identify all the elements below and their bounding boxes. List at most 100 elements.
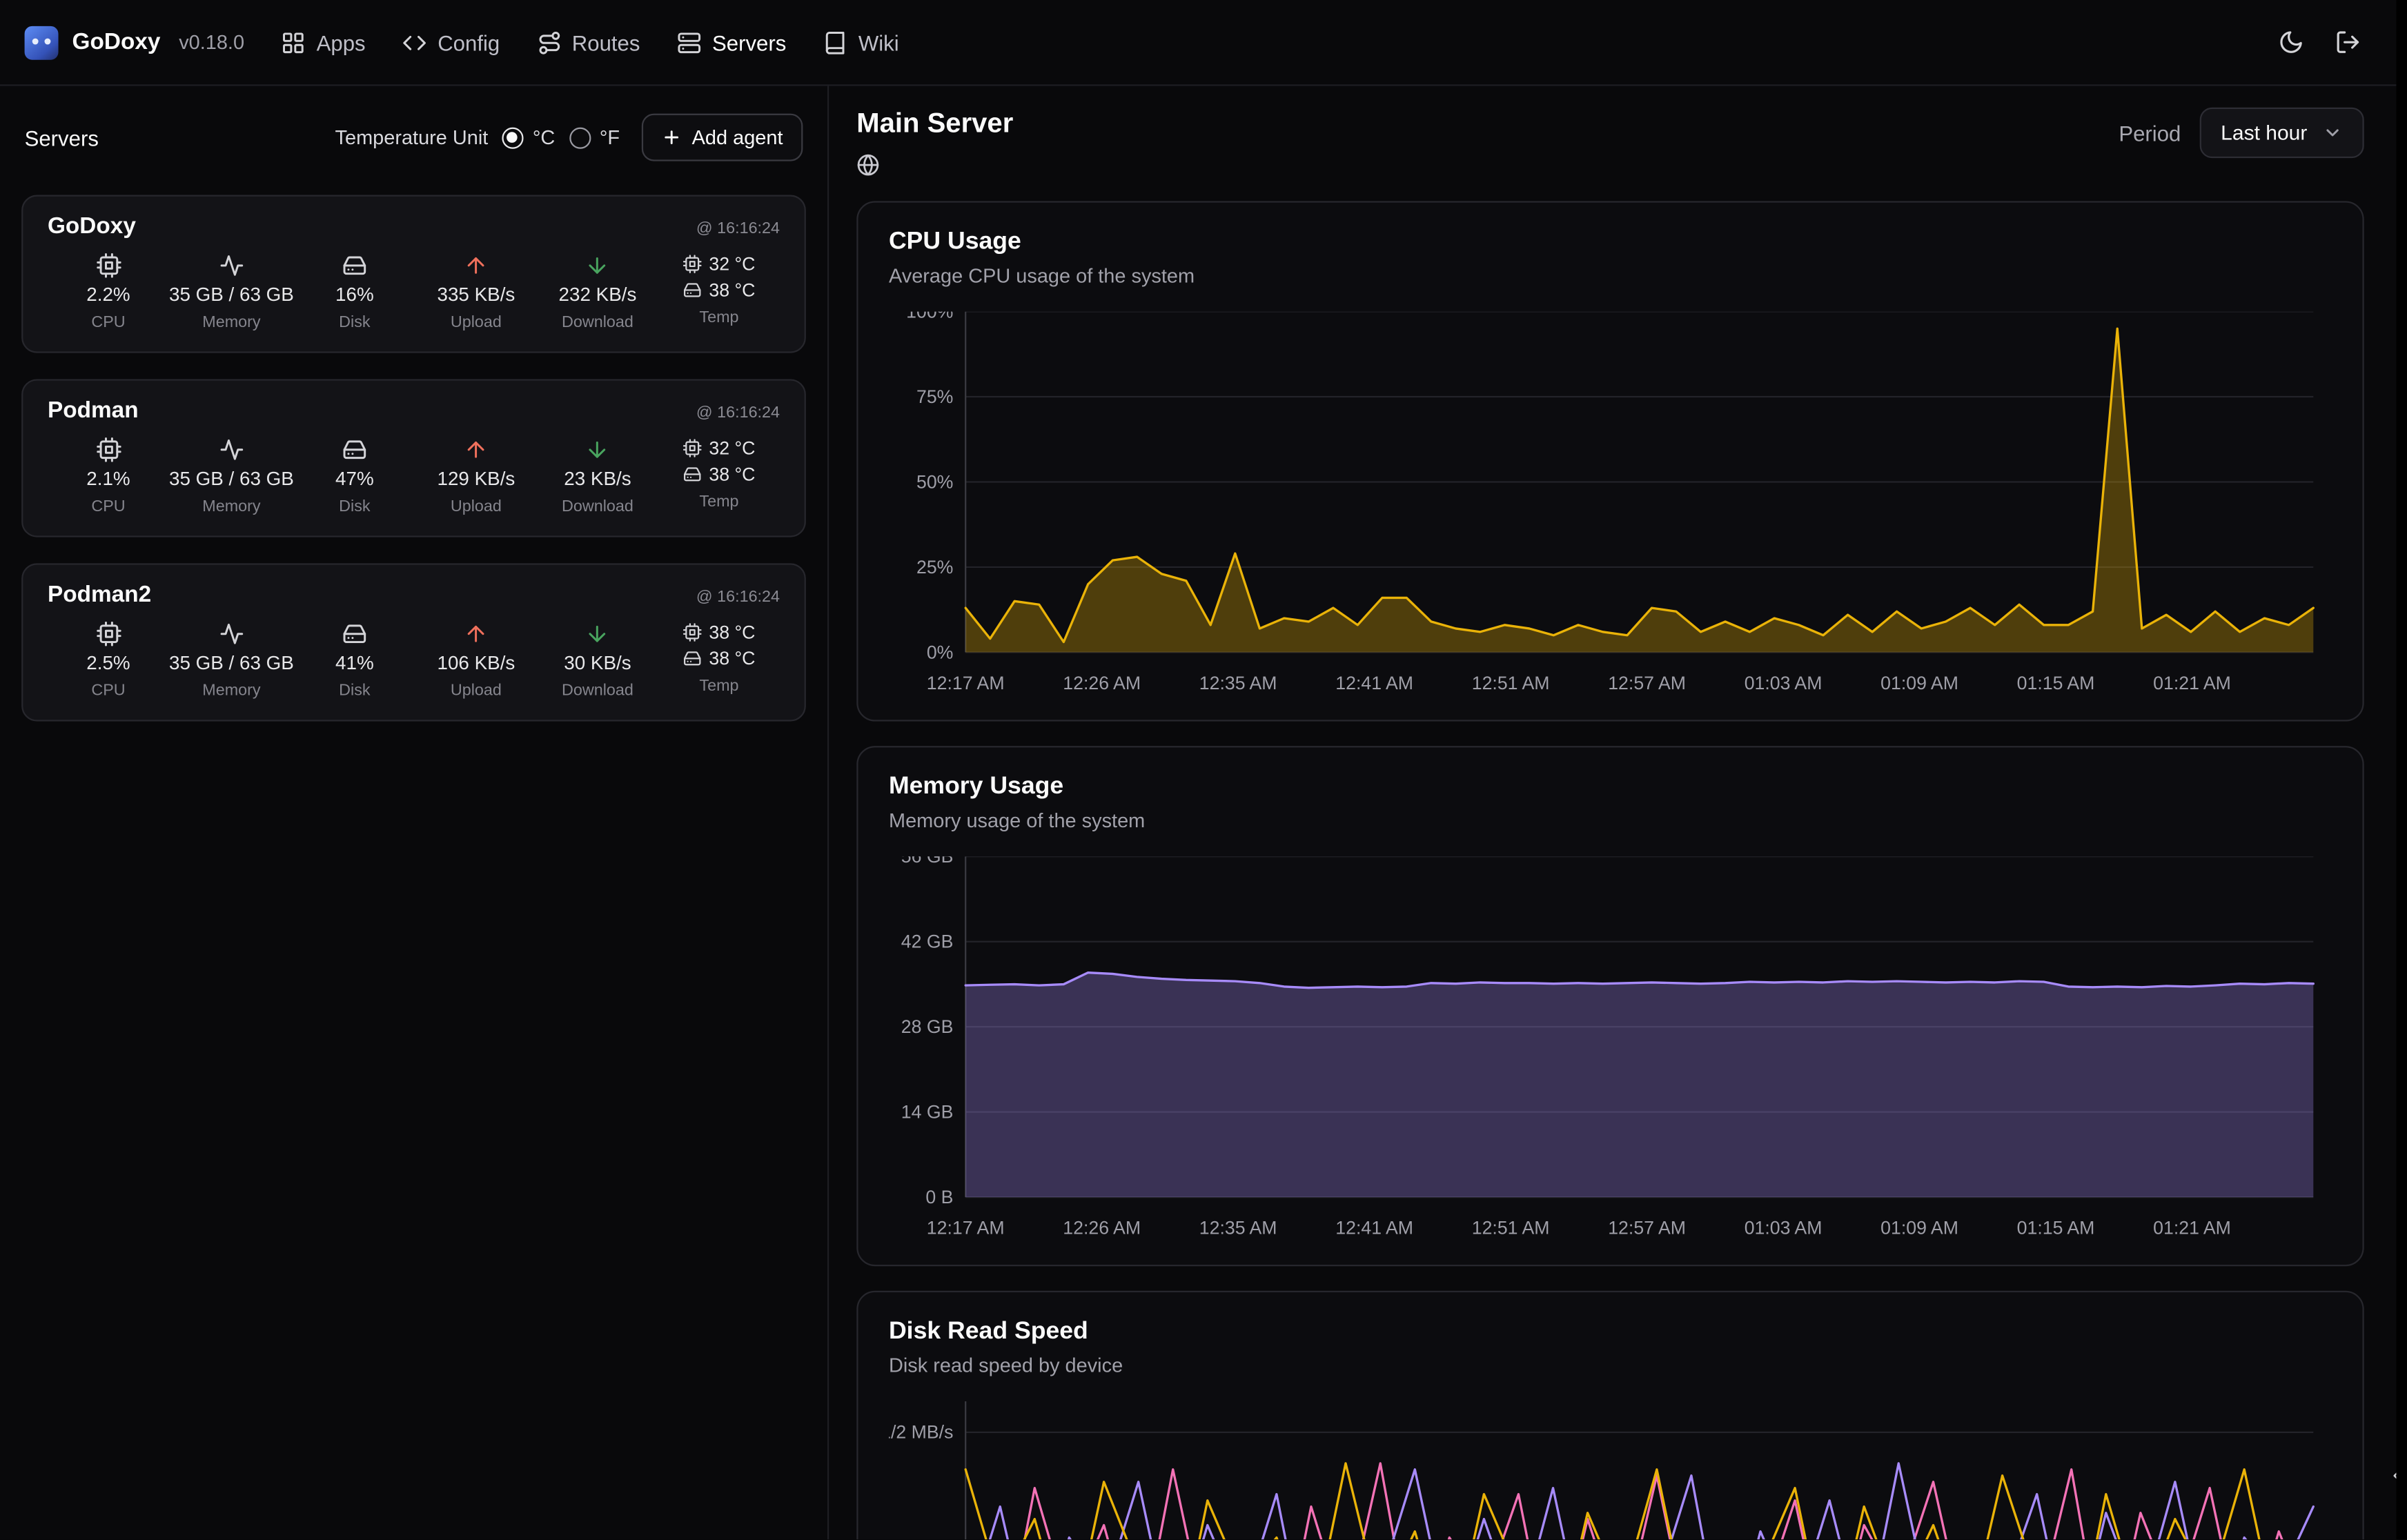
godoxy-logo [25,26,59,59]
cpu-temp-value: 38 °C [709,622,755,643]
upload-label: Upload [451,682,502,700]
svg-text:1/2 MB/s: 1/2 MB/s [889,1422,953,1443]
nav-item-routes[interactable]: Routes [537,30,640,55]
disk-value: 16% [335,284,374,306]
sidebar-title: Servers [25,125,99,150]
svg-text:12:41 AM: 12:41 AM [1335,1217,1413,1238]
nav-item-apps[interactable]: Apps [281,30,365,55]
stat-memory: 35 GB / 63 GB Memory [169,253,294,331]
moon-icon[interactable] [2278,29,2304,55]
cpu-temp-value: 32 °C [709,437,755,459]
logout-icon[interactable] [2335,29,2361,55]
download-label: Download [562,313,633,332]
svg-text:28 GB: 28 GB [901,1016,954,1037]
main-nav: Apps Config Routes Servers Wiki [281,30,898,55]
svg-text:50%: 50% [916,471,953,492]
stat-temp: 38 °C 38 °C Temp [658,622,780,695]
stat-temp: 32 °C 38 °C Temp [658,437,780,511]
upload-label: Upload [451,313,502,332]
upload-value: 106 KB/s [437,652,515,673]
radio-celsius[interactable]: °C [502,126,555,148]
disk-value: 41% [335,652,374,673]
memory-usage-subtitle: Memory usage of the system [889,809,2332,831]
disk-temp-value: 38 °C [709,648,755,669]
server-card-list: GoDoxy @ 16:16:24 2.2% CPU 35 GB / 63 GB [21,195,806,722]
cpu-label: CPU [91,497,125,516]
temp-label: Temp [699,677,738,695]
svg-text:01:09 AM: 01:09 AM [1880,1217,1958,1238]
download-label: Download [562,497,633,516]
stat-temp: 32 °C 38 °C Temp [658,253,780,327]
cpu-usage-chart: 0%25%50%75%100%12:17 AM12:26 AM12:35 AM1… [889,312,2332,704]
period-label: Period [2119,121,2181,146]
svg-text:42 GB: 42 GB [901,931,954,952]
svg-text:12:17 AM: 12:17 AM [927,1217,1005,1238]
nav-label: Config [438,30,500,55]
memory-label: Memory [202,682,260,700]
cpu-label: CPU [91,313,125,332]
stat-download: 232 KB/s Download [537,253,658,331]
plus-icon [661,128,681,148]
svg-text:56 GB: 56 GB [901,856,954,867]
cpu-value: 2.5% [86,652,130,673]
server-card-godoxy[interactable]: GoDoxy @ 16:16:24 2.2% CPU 35 GB / 63 GB [21,195,806,353]
svg-text:01:03 AM: 01:03 AM [1745,1217,1823,1238]
upload-arrow-icon [464,622,489,646]
server-icon [677,30,702,55]
add-agent-button[interactable]: Add agent [641,114,803,161]
disk-value: 47% [335,468,374,489]
disk-read-speed-chart: 1/2 MB/s [889,1401,2332,1539]
svg-text:12:35 AM: 12:35 AM [1199,673,1277,693]
cpu-label: CPU [91,682,125,700]
memory-icon [219,622,244,646]
disk-read-speed-title: Disk Read Speed [889,1319,2332,1346]
radio-celsius-circle[interactable] [502,127,523,148]
svg-text:12:57 AM: 12:57 AM [1608,1217,1686,1238]
svg-text:14 GB: 14 GB [901,1102,954,1123]
disk-temp-icon [683,465,702,484]
disk-read-speed-subtitle: Disk read speed by device [889,1354,2332,1376]
download-value: 30 KB/s [564,652,631,673]
temp-label: Temp [699,308,738,327]
server-timestamp: @ 16:16:24 [696,404,780,422]
disk-temp-value: 38 °C [709,279,755,301]
period-select[interactable]: Last hour [2199,108,2364,158]
nav-label: Routes [572,30,640,55]
stat-cpu: 2.1% CPU [48,437,169,515]
nav-item-wiki[interactable]: Wiki [823,30,899,55]
upload-arrow-icon [464,437,489,462]
servers-sidebar: Servers Temperature Unit °C °F Add agent [0,86,829,1540]
stat-cpu: 2.5% CPU [48,622,169,700]
stat-cpu: 2.2% CPU [48,253,169,331]
upload-arrow-icon [464,253,489,278]
svg-text:01:15 AM: 01:15 AM [2017,1217,2095,1238]
server-card-podman[interactable]: Podman @ 16:16:24 2.1% CPU 35 GB / 63 GB [21,379,806,537]
temp-label: Temp [699,493,738,511]
memory-usage-chart: 0 B14 GB28 GB42 GB56 GB12:17 AM12:26 AM1… [889,856,2332,1249]
nav-item-config[interactable]: Config [402,30,500,55]
memory-value: 35 GB / 63 GB [169,284,294,306]
disk-temp-icon [683,281,702,299]
radio-fahrenheit[interactable]: °F [569,126,620,148]
svg-text:01:21 AM: 01:21 AM [2153,1217,2231,1238]
download-arrow-icon [585,437,610,462]
memory-label: Memory [202,497,260,516]
svg-text:100%: 100% [906,312,953,322]
svg-text:01:15 AM: 01:15 AM [2017,673,2095,693]
app-name: GoDoxy [72,29,161,55]
stat-disk: 41% Disk [294,622,415,700]
brand: GoDoxy v0.18.0 [25,26,244,59]
add-agent-label: Add agent [692,126,783,148]
nav-item-servers[interactable]: Servers [677,30,786,55]
svg-text:12:26 AM: 12:26 AM [1063,1217,1141,1238]
cpu-usage-subtitle: Average CPU usage of the system [889,264,2332,287]
server-timestamp: @ 16:16:24 [696,219,780,238]
disk-read-speed-card: Disk Read Speed Disk read speed by devic… [856,1291,2364,1539]
globe-icon[interactable] [856,153,879,176]
code-icon [402,30,427,55]
radio-fahrenheit-circle[interactable] [569,127,590,148]
disk-label: Disk [339,682,370,700]
stat-upload: 335 KB/s Upload [415,253,537,331]
stat-memory: 35 GB / 63 GB Memory [169,622,294,700]
server-card-podman2[interactable]: Podman2 @ 16:16:24 2.5% CPU 35 GB / 63 G… [21,563,806,721]
